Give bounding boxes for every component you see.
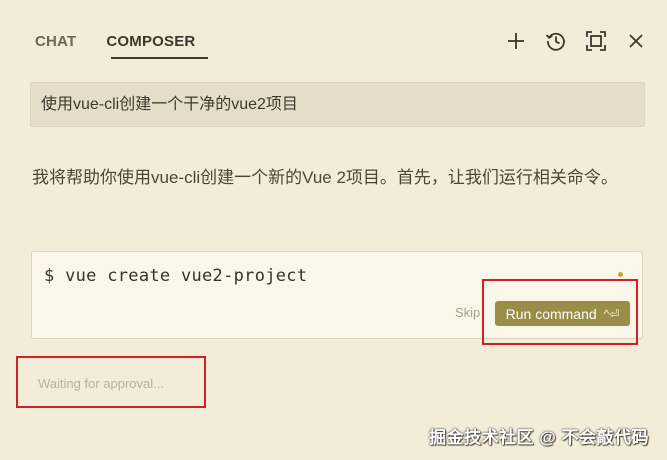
watermark: 掘金技术社区 @ 不会敲代码: [428, 428, 649, 447]
status-dot-icon: [618, 272, 623, 277]
close-icon[interactable]: [623, 28, 649, 54]
header-actions: [503, 28, 649, 54]
composer-panel: CHAT COMPOSER 使用vue-cli创建一个干净的vue2项目 我将帮…: [0, 0, 667, 460]
tab-chat[interactable]: CHAT: [35, 33, 76, 61]
waiting-highlight: [16, 356, 206, 408]
run-command-highlight: [482, 279, 638, 345]
user-message[interactable]: 使用vue-cli创建一个干净的vue2项目: [30, 82, 645, 127]
plus-icon[interactable]: [503, 28, 529, 54]
assistant-message: 我将帮助你使用vue-cli创建一个新的Vue 2项目。首先，让我们运行相关命令…: [32, 168, 618, 187]
skip-button[interactable]: Skip: [455, 305, 480, 320]
maximize-icon[interactable]: [583, 28, 609, 54]
history-icon[interactable]: [543, 28, 569, 54]
active-tab-indicator: [111, 57, 208, 59]
command-text: $ vue create vue2-project: [44, 266, 308, 286]
